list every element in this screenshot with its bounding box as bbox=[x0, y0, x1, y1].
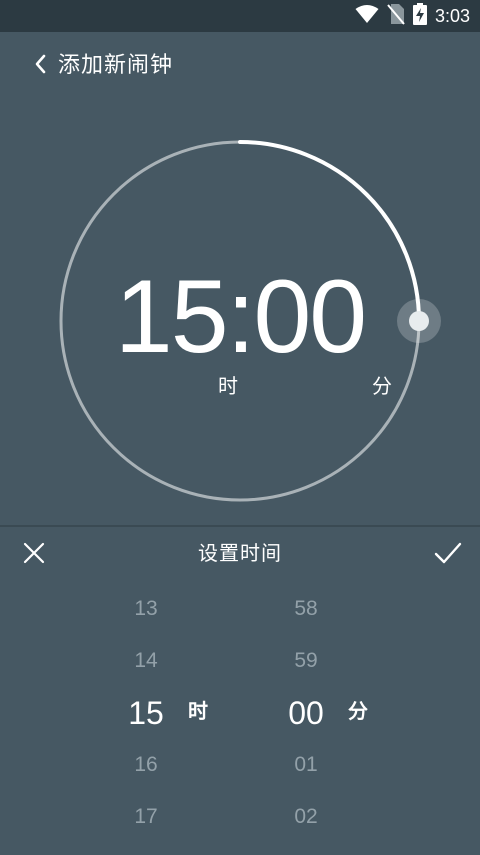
status-time: 3:03 bbox=[434, 6, 470, 26]
hour-option[interactable]: 14 bbox=[86, 635, 206, 687]
chevron-left-icon bbox=[33, 53, 47, 79]
hour-option[interactable]: 16 bbox=[86, 739, 206, 791]
hour-option[interactable]: 17 bbox=[86, 791, 206, 843]
confirm-button[interactable] bbox=[432, 539, 464, 567]
wifi-icon bbox=[355, 4, 379, 28]
minute-unit-label: 分 bbox=[372, 374, 392, 398]
hour-option[interactable]: 13 bbox=[86, 583, 206, 635]
time-hours: 15 bbox=[114, 259, 229, 375]
minute-option[interactable]: 59 bbox=[246, 635, 366, 687]
check-icon bbox=[432, 542, 464, 571]
app-header: 添加新闹钟 bbox=[0, 32, 480, 100]
battery-charging-icon bbox=[412, 3, 427, 29]
picker-toolbar: 设置时间 bbox=[0, 527, 480, 579]
back-button[interactable] bbox=[26, 50, 54, 82]
picker-hour-label: 时 bbox=[188, 699, 208, 723]
picker-minute-label: 分 bbox=[348, 699, 368, 723]
minute-option[interactable]: 01 bbox=[246, 739, 366, 791]
hour-unit-label: 时 bbox=[218, 374, 238, 398]
time-separator: : bbox=[226, 259, 256, 375]
time-picker-panel: 设置时间 13 14 15 16 17 时 58 59 00 01 02 分 bbox=[0, 525, 480, 855]
minute-option[interactable]: 02 bbox=[246, 791, 366, 843]
minute-option[interactable]: 58 bbox=[246, 583, 366, 635]
time-minutes: 00 bbox=[253, 259, 367, 375]
time-dial[interactable]: 15:00 时 分 bbox=[0, 100, 480, 525]
time-display: 15:00 bbox=[60, 265, 420, 369]
picker-title: 设置时间 bbox=[198, 541, 282, 565]
status-icons: 3:03 bbox=[355, 3, 470, 29]
no-sim-icon bbox=[387, 3, 405, 29]
page-title: 添加新闹钟 bbox=[58, 53, 174, 78]
status-bar: 3:03 bbox=[0, 0, 480, 32]
